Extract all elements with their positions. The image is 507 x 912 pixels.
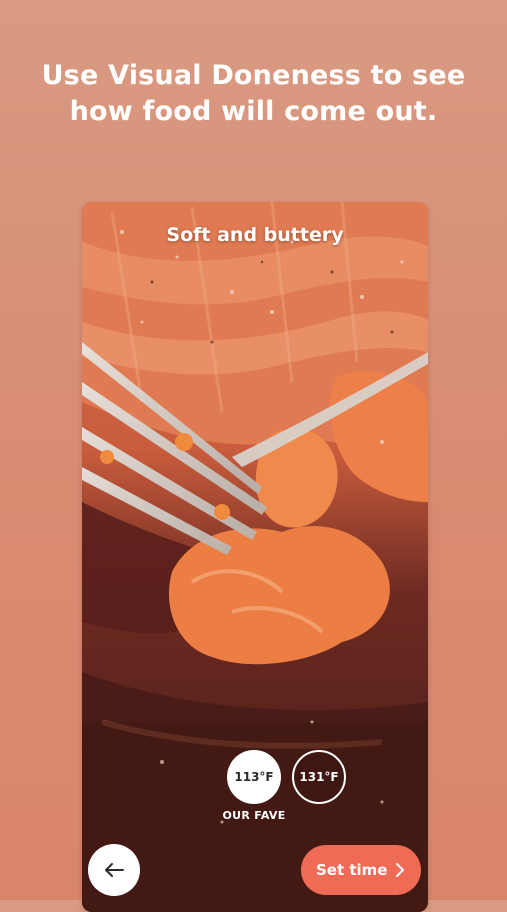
food-photo-card: Soft and buttery 113°F 131°F OUR FAVE <box>82 202 428 912</box>
back-button[interactable] <box>88 844 140 896</box>
temp-option-label: 131°F <box>299 770 339 784</box>
our-fave-label: OUR FAVE <box>222 809 286 822</box>
chevron-right-icon <box>396 863 404 877</box>
arrow-left-icon <box>105 863 124 877</box>
set-time-label: Set time <box>316 861 388 879</box>
temp-option-label: 113°F <box>234 770 274 784</box>
headline: Use Visual Doneness to see how food will… <box>41 60 466 127</box>
set-time-button[interactable]: Set time <box>301 845 421 895</box>
temp-option-131[interactable]: 131°F <box>292 750 346 804</box>
salmon-photo <box>82 202 428 912</box>
temp-option-113[interactable]: 113°F <box>227 750 281 804</box>
doneness-caption: Soft and buttery <box>166 224 344 246</box>
